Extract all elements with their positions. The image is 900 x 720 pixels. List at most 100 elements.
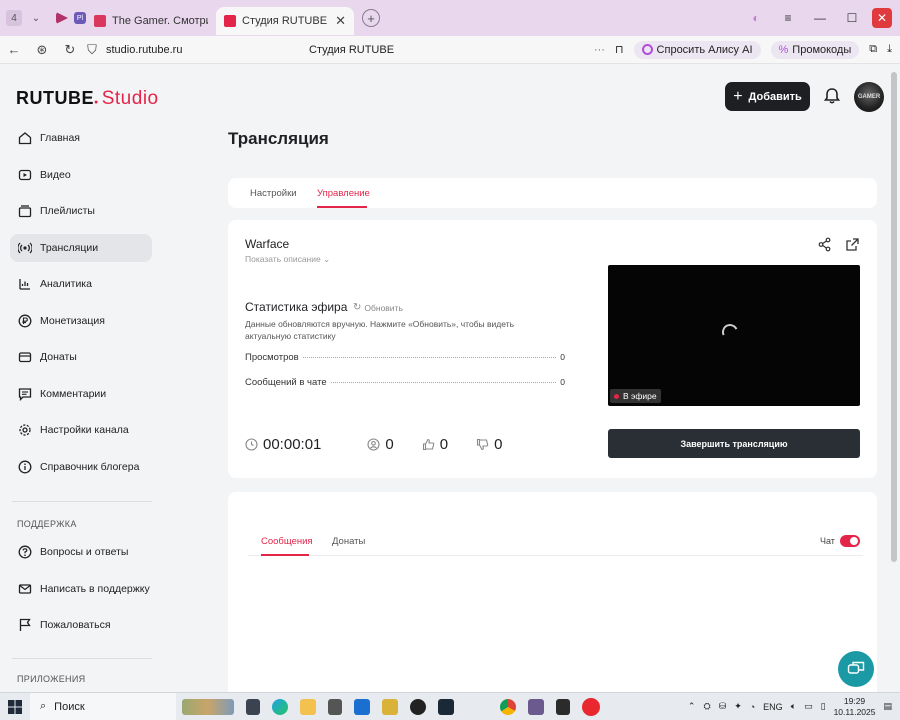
steam-icon[interactable]: [438, 698, 454, 715]
page-scrollbar[interactable]: [891, 72, 897, 562]
tab-donations[interactable]: Донаты: [332, 536, 365, 547]
metric-duration: 00:00:01: [245, 436, 321, 453]
sidebar-item-label: Видео: [40, 168, 71, 181]
refresh-label: Обновить: [364, 302, 403, 313]
dislikes-value: 0: [494, 436, 503, 453]
tray-chevron-icon[interactable]: ⌃: [688, 701, 696, 712]
app-icon[interactable]: [528, 698, 544, 715]
obs-icon[interactable]: [410, 698, 426, 715]
browser-tab-thegamer[interactable]: The Gamer. Смотрите вид: [86, 7, 216, 35]
edge-icon[interactable]: [272, 698, 288, 715]
sidebar-item-analytics[interactable]: Аналитика: [10, 270, 152, 298]
show-description-toggle[interactable]: Показать описание ⌄: [245, 254, 330, 265]
video-icon: [18, 169, 32, 180]
tab-messages[interactable]: Сообщения: [261, 536, 313, 547]
apps-section-title: ПРИЛОЖЕНИЯ: [17, 674, 86, 684]
battery-icon[interactable]: ▯: [821, 701, 826, 712]
sidebar-item-broadcasts[interactable]: Трансляции: [10, 233, 152, 262]
task-view-icon[interactable]: [246, 698, 260, 715]
video-player[interactable]: В эфире: [608, 265, 860, 406]
tray-app-icon-2[interactable]: ⛁: [719, 701, 727, 712]
stats-app-icon[interactable]: [556, 698, 570, 715]
media-app-icon[interactable]: [382, 698, 398, 715]
sidebar-item-report[interactable]: Пожаловаться: [10, 611, 152, 639]
sidebar-item-faq[interactable]: Вопросы и ответы: [10, 538, 152, 566]
chrome-icon[interactable]: [500, 698, 516, 715]
logo-main: RUTUBE: [16, 88, 94, 108]
avatar[interactable]: GAMER: [854, 82, 884, 112]
menu-icon[interactable]: ≡: [772, 11, 804, 25]
network-icon[interactable]: ▭: [804, 701, 813, 712]
chat-toggle[interactable]: [840, 535, 860, 547]
sidebar-item-blogger-guide[interactable]: Справочник блогера: [10, 453, 152, 481]
sidebar-item-write-support[interactable]: Написать в поддержку: [10, 575, 152, 603]
rutube-studio-logo[interactable]: RUTUBE ● Studio: [16, 88, 159, 110]
add-button[interactable]: + Добавить: [725, 82, 810, 111]
back-icon[interactable]: ←: [0, 42, 28, 57]
tab-settings[interactable]: Настройки: [250, 188, 297, 199]
share-icon[interactable]: [817, 237, 832, 252]
yandex-browser-icon[interactable]: [582, 697, 600, 716]
url-text[interactable]: studio.rutube.ru: [106, 44, 182, 56]
sidebar-item-label: Трансляции: [40, 241, 99, 254]
sidebar-item-monetization[interactable]: Монетизация: [10, 307, 152, 335]
active-tab-underline: [261, 554, 309, 556]
reload-icon[interactable]: ↻: [56, 42, 84, 58]
playlist-icon: [18, 205, 32, 218]
dotted-leader: [302, 357, 557, 358]
pinned-tab-icon[interactable]: [56, 12, 68, 24]
home-icon: [18, 132, 32, 145]
tab-count-button[interactable]: 4: [6, 10, 22, 26]
sidebar-item-home[interactable]: Главная: [10, 124, 152, 152]
tab-title: Студия RUTUBE: [242, 15, 328, 27]
os-taskbar: ⌕ Поиск ⌃ ⛭ ⛁ ✦ ◔ ENG 🔈︎ ▭ ▯ 19:29 10.11…: [0, 692, 900, 720]
sidebar-item-donations[interactable]: Донаты: [10, 343, 152, 371]
start-button[interactable]: [0, 699, 30, 714]
sidebar-nav: Главная Видео Плейлисты Трансляции Анали…: [10, 124, 152, 489]
taskbar-search[interactable]: ⌕ Поиск: [30, 692, 176, 720]
bookmark-icon[interactable]: ⊓: [615, 43, 624, 56]
extension-icon[interactable]: ◐: [740, 11, 772, 25]
volume-icon[interactable]: 🔈︎: [791, 701, 796, 712]
widget-image-icon[interactable]: [182, 698, 234, 715]
close-window-icon[interactable]: ✕: [872, 8, 892, 28]
sidebar-item-video[interactable]: Видео: [10, 161, 152, 189]
maximize-icon[interactable]: ☐: [836, 11, 868, 25]
notifications-icon[interactable]: ▤: [883, 701, 892, 712]
tabs-dropdown-icon[interactable]: ⌄: [28, 10, 44, 26]
more-icon[interactable]: ···: [594, 44, 605, 56]
download-icon[interactable]: ⤓: [887, 43, 892, 56]
external-link-icon[interactable]: [845, 237, 860, 252]
sidebar-item-playlists[interactable]: Плейлисты: [10, 197, 152, 225]
sidebar-item-comments[interactable]: Комментарии: [10, 380, 152, 408]
end-stream-button[interactable]: Завершить трансляцию: [608, 429, 860, 458]
tray-lang[interactable]: ENG: [763, 702, 783, 712]
support-chat-button[interactable]: [838, 651, 874, 687]
mail-app-icon[interactable]: [354, 698, 370, 715]
sidebar-item-label: Комментарии: [40, 387, 107, 400]
file-explorer-icon[interactable]: [300, 698, 316, 715]
tray-app-icon[interactable]: ⛭: [703, 701, 710, 712]
tab-management[interactable]: Управление: [317, 188, 370, 199]
shield-icon[interactable]: ⛉: [84, 42, 100, 58]
minimize-icon[interactable]: —: [804, 11, 836, 25]
tray-app-icon-4[interactable]: ◔: [750, 702, 755, 712]
ask-alice-button[interactable]: Спросить Алису AI: [633, 40, 761, 59]
tab-close-icon[interactable]: ✕: [335, 13, 346, 29]
clock[interactable]: 19:29 10.11.2025: [834, 696, 876, 718]
sidebar-item-label: Написать в поддержку: [40, 582, 150, 595]
tray-app-icon-3[interactable]: ✦: [734, 701, 742, 712]
sidebar-item-channel-settings[interactable]: Настройки канала: [10, 416, 152, 444]
browser-tab-studio[interactable]: Студия RUTUBE ✕: [216, 7, 354, 35]
collections-icon[interactable]: ⧉: [869, 43, 877, 56]
bell-icon[interactable]: [822, 86, 842, 106]
metric-dislikes: 0: [476, 436, 502, 453]
promo-button[interactable]: % Промокоды: [770, 40, 860, 59]
refresh-button[interactable]: ↻ Обновить: [353, 302, 403, 313]
page-title-text: Студия RUTUBE: [309, 44, 395, 56]
new-tab-icon[interactable]: +: [362, 9, 380, 27]
pinned-tab-icon-2[interactable]: Pl: [74, 12, 86, 24]
yandex-home-icon[interactable]: ⊛: [28, 42, 56, 58]
store-icon[interactable]: [328, 698, 342, 715]
sidebar-item-label: Вопросы и ответы: [40, 546, 129, 558]
